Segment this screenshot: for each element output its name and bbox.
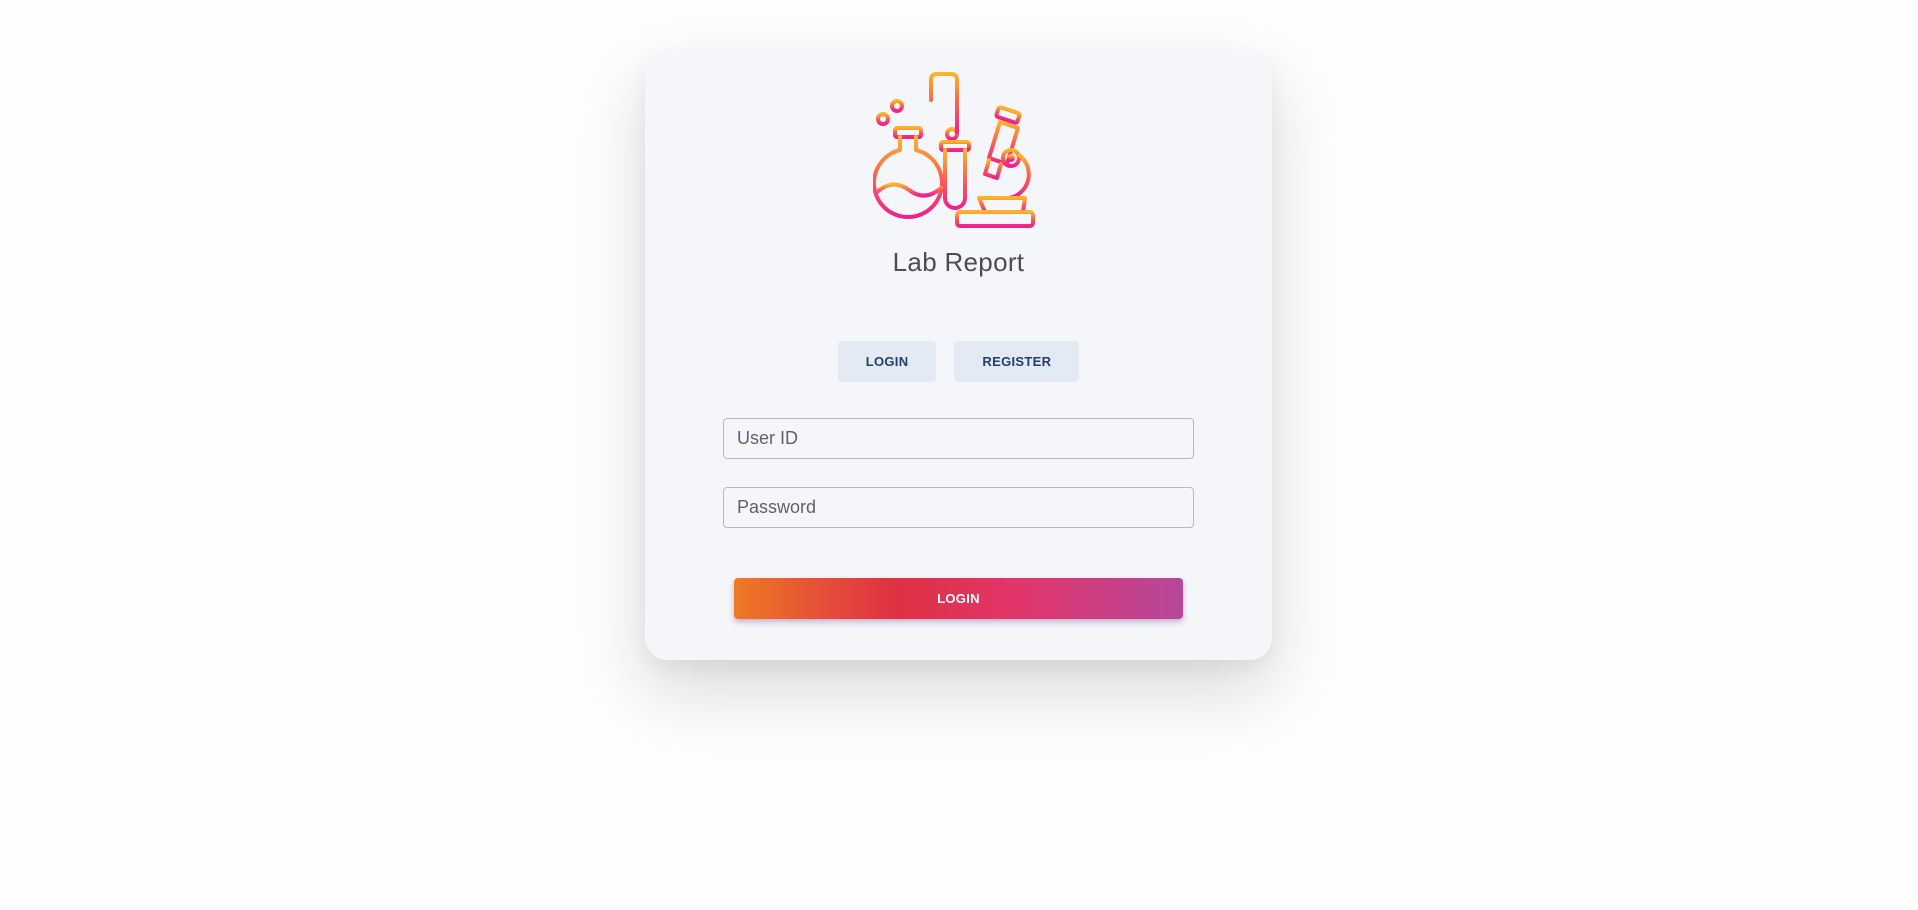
login-submit-button[interactable]: LOGIN: [734, 578, 1183, 619]
tab-register[interactable]: REGISTER: [954, 341, 1080, 382]
auth-tabs: LOGIN REGISTER: [645, 341, 1272, 382]
tab-login[interactable]: LOGIN: [837, 341, 937, 382]
password-input[interactable]: [723, 487, 1194, 528]
user-id-input[interactable]: [723, 418, 1194, 459]
login-card: Lab Report LOGIN REGISTER LOGIN: [645, 52, 1272, 660]
app-title: Lab Report: [892, 247, 1025, 277]
lab-logo-icon: [872, 72, 1045, 240]
